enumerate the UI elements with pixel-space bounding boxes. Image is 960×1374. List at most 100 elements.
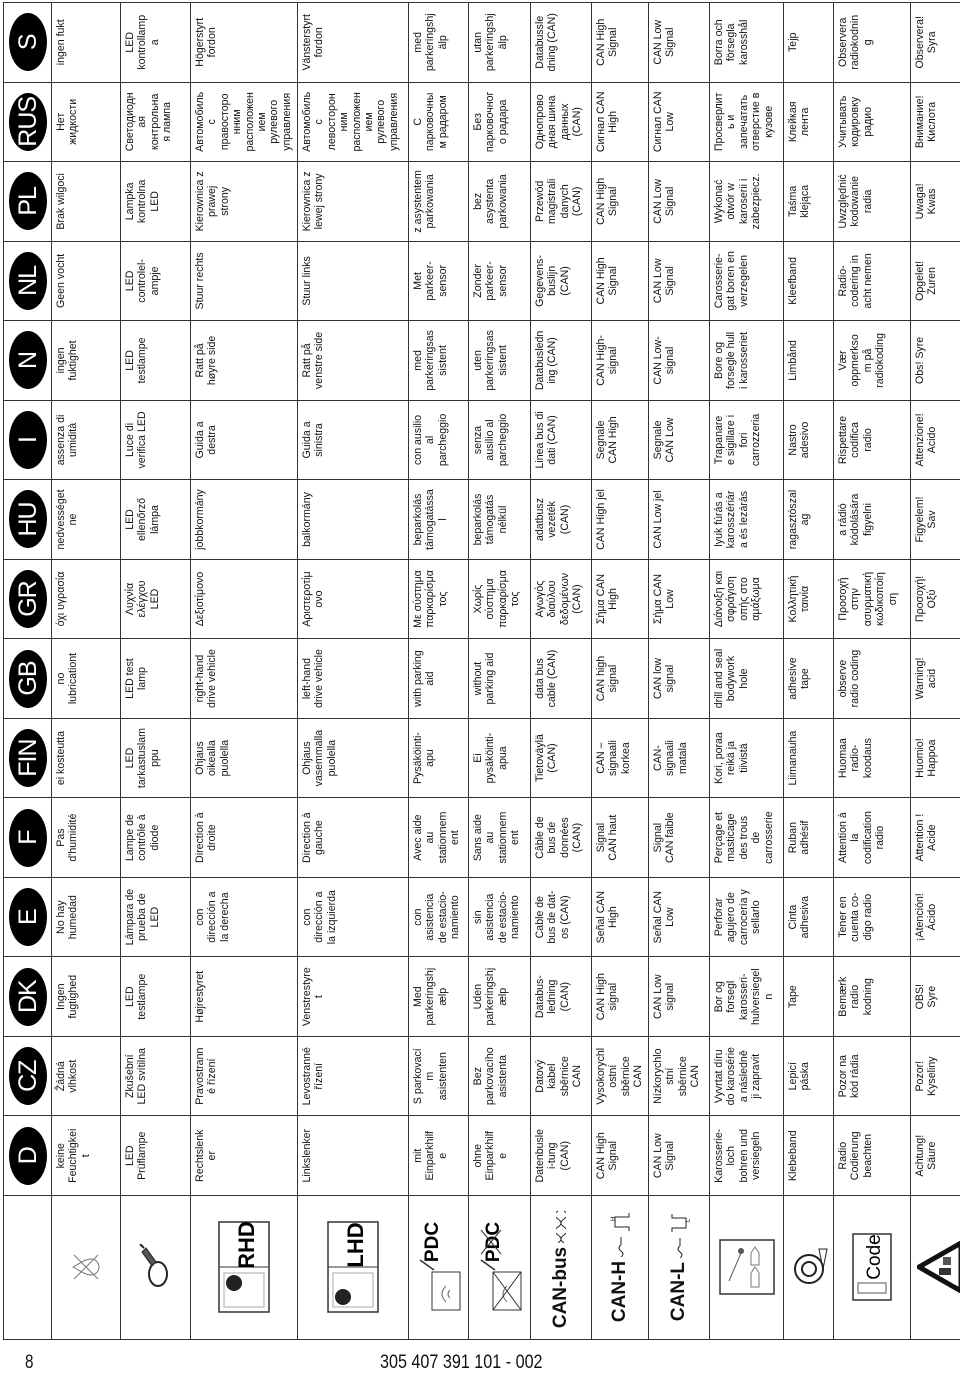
language-header-n: N xyxy=(3,320,52,401)
table-row: RHD Rechtslenk er Pravostrann é řízení Højr… xyxy=(190,2,298,1340)
table-row: LHD Linkslenker Levostranné řízení Venstres… xyxy=(297,2,409,1340)
translation-cell: Achtung! Säure xyxy=(910,1115,960,1196)
language-header-dk: DK xyxy=(3,956,52,1037)
table-row: Achtung! Säure Pozor! Kyseliny OBS! Syre ¡A… xyxy=(910,2,960,1340)
translation-cell: sin asistencia de estacio- namiento xyxy=(468,877,531,957)
translation-cell: Avec aide au stationnem ent xyxy=(408,797,469,878)
translation-cell: ohne Einparkhilf e xyxy=(468,1115,531,1196)
translation-cell: Huomio! Happoa xyxy=(910,718,960,798)
translation-cell: CAN High signal xyxy=(591,956,649,1037)
language-header-d: D xyxy=(3,1115,52,1196)
translation-cell: Tape xyxy=(783,956,834,1037)
icon-cell: Code xyxy=(833,1195,911,1340)
translation-cell: beparkolás támogatás nélkül xyxy=(468,479,531,560)
translation-cell: Cable de bus de dat- os (CAN) xyxy=(530,877,592,957)
translation-cell: Kori, poraa reikä ja tiivistä xyxy=(709,718,784,798)
translation-cell: Λυχνία ελέγχου LED xyxy=(120,559,191,639)
translation-cell: Ratt på høyre side xyxy=(190,320,298,401)
translation-cell: con dirección a la izquierda xyxy=(297,877,409,957)
page-number: 8 xyxy=(25,1352,34,1373)
translation-cell: Borra och försegla karosshål xyxy=(709,2,784,83)
translation-cell: Σήμα CAN High xyxy=(591,559,649,639)
translation-cell: CAN High- signal xyxy=(591,320,649,401)
translation-cell: Carosserie- gat boren en verzegelen xyxy=(709,241,784,321)
translation-cell: CAN High Signal xyxy=(591,2,649,83)
icon-cell xyxy=(51,1195,121,1340)
can-low-icon: CAN-L L xyxy=(649,1196,709,1339)
translation-cell: con dirección a la derecha xyxy=(190,877,298,957)
translation-cell: Ingen fugtighed xyxy=(51,956,121,1037)
translation-cell: Luce di verifica LED xyxy=(120,400,191,480)
translation-cell: drill and seal bodywork hole xyxy=(709,638,784,719)
translation-cell: Pas d'humidité xyxy=(51,797,121,878)
svg-text:Code: Code xyxy=(864,1235,885,1280)
translation-cell: Huomaa radio- koodaus xyxy=(833,718,911,798)
translation-cell: CAN High Signal xyxy=(591,161,649,242)
translation-cell: Zkušební LED svítilna xyxy=(120,1036,191,1116)
led-test-lamp-icon xyxy=(121,1196,190,1339)
translation-cell: Databusledn ing (CAN) xyxy=(530,320,592,401)
translation-cell: Με σύστημα παρκαρίσμα τος xyxy=(408,559,469,639)
translation-cell: con ausilio al parcheggio xyxy=(408,400,469,480)
translation-cell: observe radio coding xyxy=(833,638,911,719)
translation-cell: Светодиодн ая контрольна я лампа xyxy=(120,82,191,162)
translation-cell: beparkolás támogatássa l xyxy=(408,479,469,560)
translation-cell: Datenbusle i-tung (CAN) xyxy=(530,1115,592,1196)
translation-cell: Karosserie- loch bohren und versiegeln xyxy=(709,1115,784,1196)
translation-cell: Limbånd xyxy=(783,320,834,401)
translation-cell: CAN Low Signal xyxy=(648,2,710,83)
translation-cell: Σήμα CAN Low xyxy=(648,559,710,639)
translation-cell: med parkeringsas sistent xyxy=(408,320,469,401)
table-row: Klebeband Lepicí páska Tape Cinta adhesiva R… xyxy=(783,2,834,1340)
translation-cell: Lámpara de prueba de LED xyxy=(120,877,191,957)
translation-cell: Perforar agujero de carrocería y sellarl… xyxy=(709,877,784,957)
translation-cell: Liimanauha xyxy=(783,718,834,798)
icon-label: CAN-bus xyxy=(549,1246,571,1329)
translation-cell: LED ellenőrző lámpa xyxy=(120,479,191,560)
language-header-fin: FIN xyxy=(3,718,52,798)
translation-cell: CAN Low- signal xyxy=(648,320,710,401)
translation-cell: ei kosteutta xyxy=(51,718,121,798)
table-row: CAN-H H CAN High Signal Vysokorychl ostní s… xyxy=(591,2,649,1340)
translation-cell: Kierownica z lewej strony xyxy=(297,161,409,242)
translation-cell: no lubricationt xyxy=(51,638,121,719)
translation-cell: Lampe de contrôle à diode xyxy=(120,797,191,878)
translation-cell: Προσοχή στην ασυρματική κωδικοποίη ση xyxy=(833,559,911,639)
translation-cell: Κολλητική ταινία xyxy=(783,559,834,639)
translation-cell: Radio- codering in acht nemen xyxy=(833,241,911,321)
translation-cell: CAN – signaali korkea xyxy=(591,718,649,798)
icon-cell xyxy=(709,1195,784,1340)
translation-cell: z asystentem parkowania xyxy=(408,161,469,242)
translation-cell: Сигнал CAN Low xyxy=(648,82,710,162)
translation-cell: Rechtslenk er xyxy=(190,1115,298,1196)
translation-cell: Tietoväylä (CAN) xyxy=(530,718,592,798)
translation-cell: a rádió kódolására figyelni xyxy=(833,479,911,560)
lhd-icon: LHD xyxy=(298,1196,408,1339)
translation-cell: Figyelem! Sav xyxy=(910,479,960,560)
translation-cell: Bemærk radio kodning xyxy=(833,956,911,1037)
translation-cell: С парковочны м радаром xyxy=(408,82,469,162)
language-header-gb: GB xyxy=(3,638,52,719)
translation-cell: Bez parkovacího asistenta xyxy=(468,1036,531,1116)
radio-code-icon: Code xyxy=(834,1196,910,1339)
translation-cell: data bus cable (CAN) xyxy=(530,638,592,719)
language-header-nl: NL xyxy=(3,241,52,321)
translation-cell: Vær oppmerkso m på radiokoding xyxy=(833,320,911,401)
translation-cell: without parking aid xyxy=(468,638,531,719)
table-row: Karosserie- loch bohren und versiegeln Vy… xyxy=(709,2,784,1340)
language-header-i: I xyxy=(3,400,52,480)
translation-cell: Signal CAN haut xyxy=(591,797,649,878)
translation-cell: Nastro adesivo xyxy=(783,400,834,480)
translation-cell: Linkslenker xyxy=(297,1115,409,1196)
translation-cell: Ohjaus oikealla puolella xyxy=(190,718,298,798)
translation-cell: Attention à la codification radio xyxy=(833,797,911,878)
translation-cell: Διάνοιξη και σφράγιση οπής στο αμάξωμα xyxy=(709,559,784,639)
translation-cell: CAN Low Signal xyxy=(648,1115,710,1196)
translation-cell: No hay humedad xyxy=(51,877,121,957)
translation-cell: Bor og forsegl karosseri- hulversiegel n xyxy=(709,956,784,1037)
language-flag-badge: N xyxy=(9,331,47,390)
translation-cell: Señal CAN Low xyxy=(648,877,710,957)
translation-cell: Tener en cuenta co- digo radio xyxy=(833,877,911,957)
document-number: 305 407 391 101 - 002 xyxy=(380,1352,543,1373)
translation-cell: Χωρίς σύστημα παρκαρίσμα τος xyxy=(468,559,531,639)
